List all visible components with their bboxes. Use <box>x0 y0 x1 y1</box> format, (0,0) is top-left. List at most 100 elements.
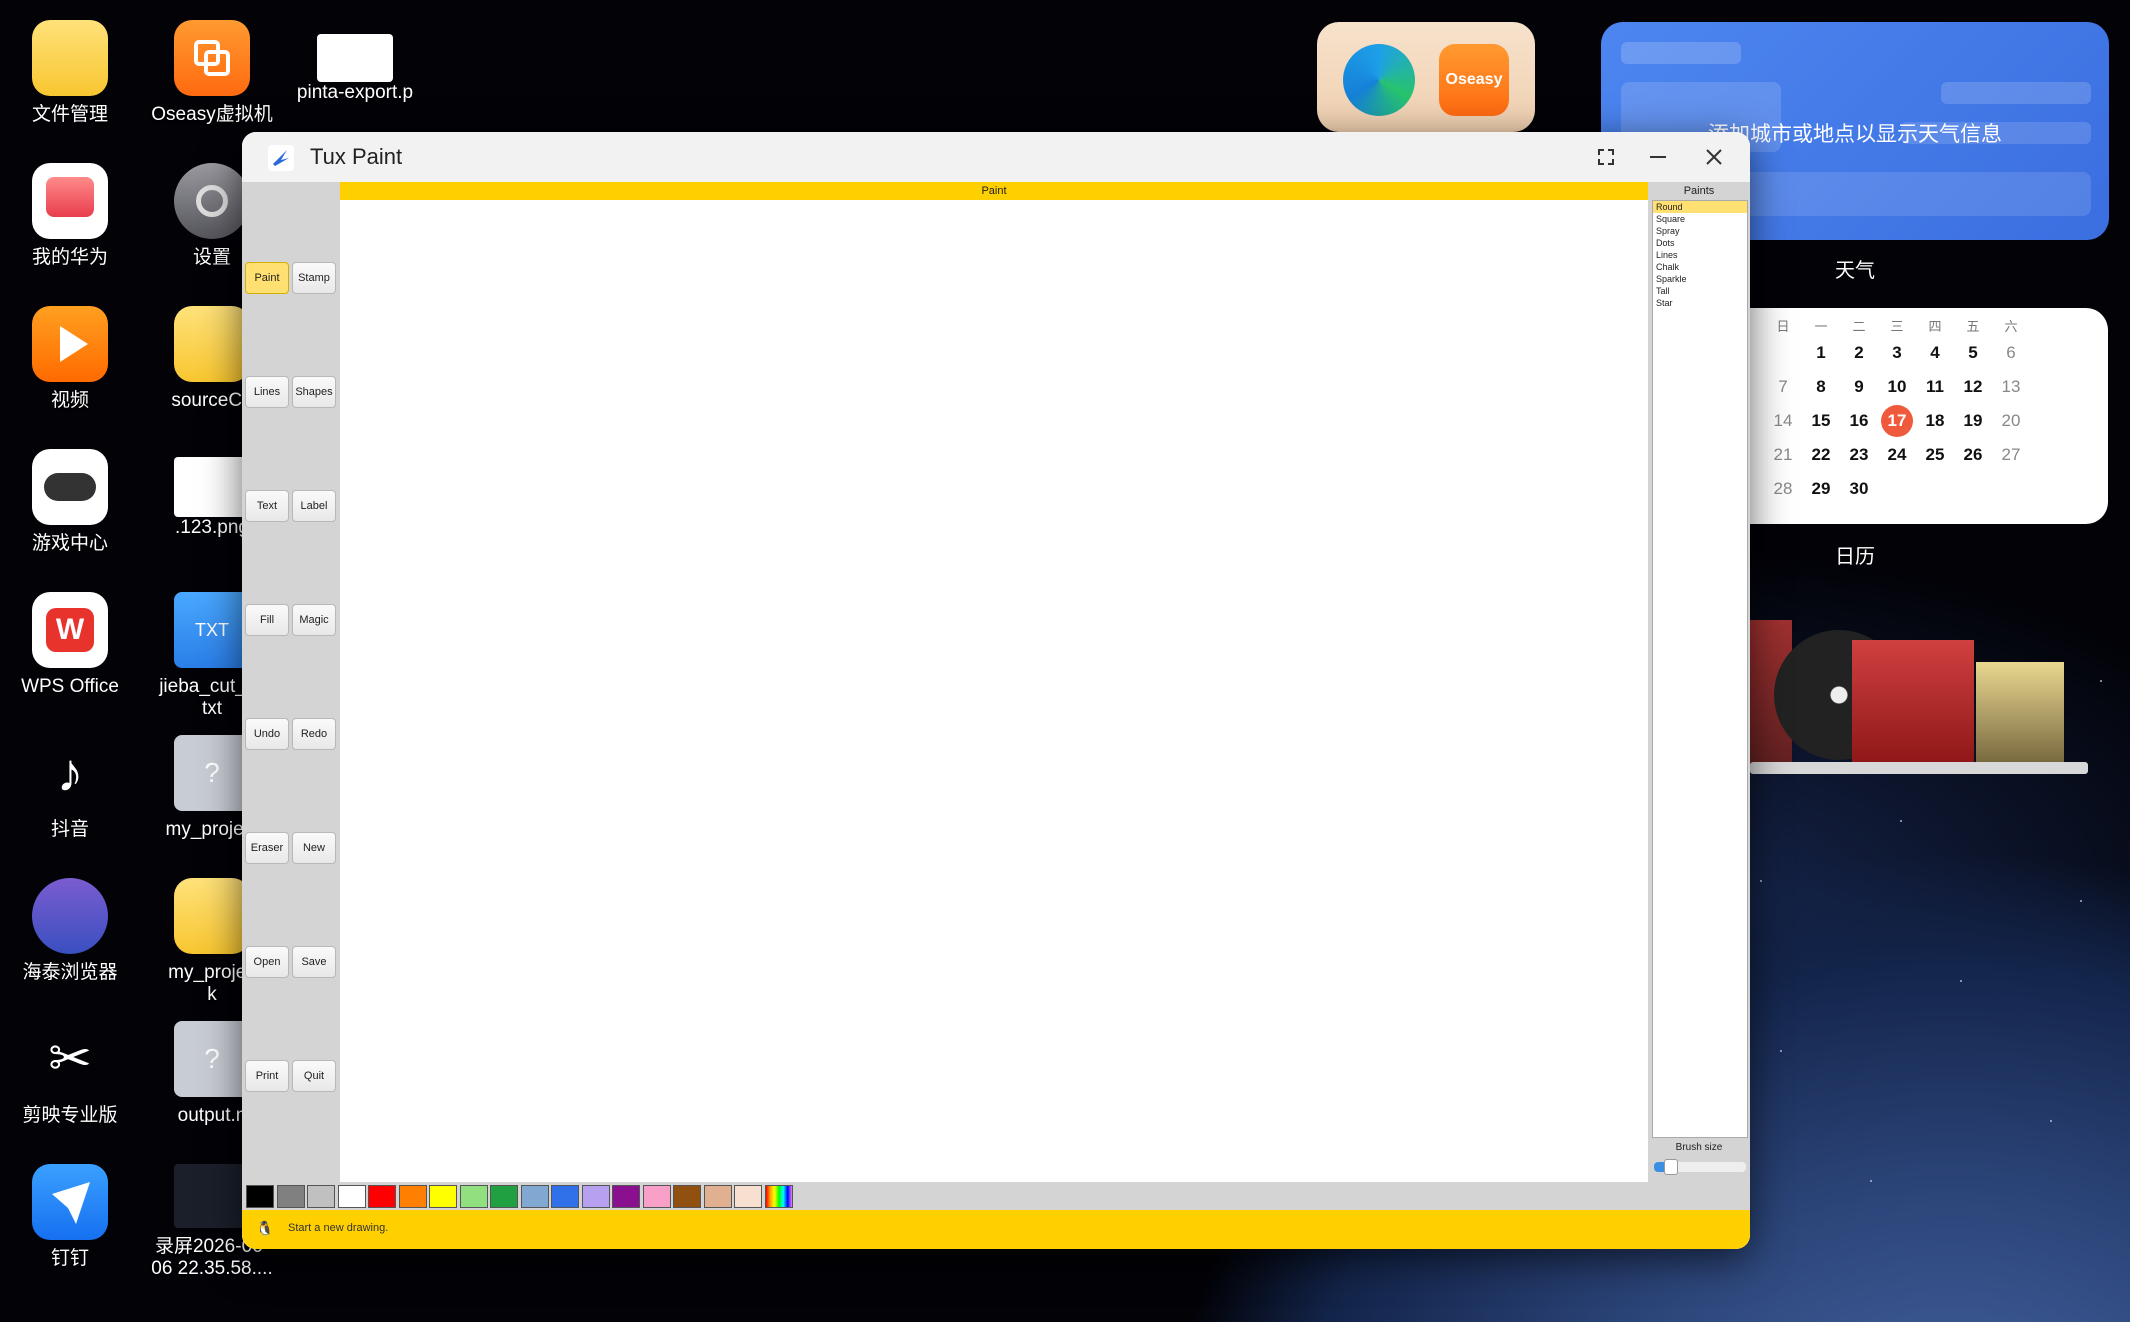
color-swatch[interactable] <box>398 1185 427 1208</box>
color-swatch[interactable] <box>368 1185 396 1208</box>
calendar-day[interactable]: 28 <box>1764 474 1802 504</box>
color-swatch[interactable] <box>276 1185 305 1208</box>
folder-icon <box>32 20 108 96</box>
desktop-icon-file-manager[interactable]: 文件管理 <box>0 20 140 126</box>
calendar-day[interactable]: 5 <box>1954 338 1992 368</box>
calendar-day[interactable]: 14 <box>1764 406 1802 436</box>
tool-button-text[interactable]: Text <box>245 490 289 522</box>
rainbow-color-swatch[interactable] <box>764 1185 793 1208</box>
desktop-icon-browser[interactable]: 海泰浏览器 <box>0 878 140 984</box>
calendar-day[interactable]: 1 <box>1802 338 1840 368</box>
close-icon <box>1706 149 1722 165</box>
desktop-icon-pinta-export[interactable]: pinta-export.p <box>285 20 425 104</box>
tool-button-open[interactable]: Open <box>245 946 289 978</box>
calendar-widget[interactable]: 日一二三四五六 1 2 3 4 5 6 7 8 9 10 11 12 13 14 15 16 17 18 19 20 21… <box>1750 308 2108 524</box>
color-swatch[interactable] <box>673 1185 701 1208</box>
paint-item-chalk[interactable]: Chalk <box>1653 261 1747 273</box>
tool-button-redo[interactable]: Redo <box>292 718 336 750</box>
music-widget[interactable] <box>1750 610 2090 780</box>
calendar-day[interactable]: 4 <box>1916 338 1954 368</box>
minimize-button[interactable] <box>1638 140 1678 174</box>
tool-button-label[interactable]: Label <box>292 490 336 522</box>
brush-size-handle[interactable] <box>1663 1159 1678 1175</box>
calendar-day[interactable]: 29 <box>1802 474 1840 504</box>
desktop-icon-game-center[interactable]: 游戏中心 <box>0 449 140 555</box>
calendar-day[interactable]: 11 <box>1916 372 1954 402</box>
calendar-day[interactable]: 30 <box>1840 474 1878 504</box>
calendar-day[interactable]: 26 <box>1954 440 1992 470</box>
calendar-day[interactable]: 24 <box>1878 440 1916 470</box>
color-swatch[interactable] <box>520 1185 549 1208</box>
desktop-icon-my-huawei[interactable]: 我的华为 <box>0 163 140 269</box>
calendar-day[interactable]: 18 <box>1916 406 1954 436</box>
color-swatch[interactable] <box>703 1185 732 1208</box>
calendar-day[interactable]: 7 <box>1764 372 1802 402</box>
tool-button-print[interactable]: Print <box>245 1060 289 1092</box>
video-play-icon <box>32 306 108 382</box>
tool-button-magic[interactable]: Magic <box>292 604 336 636</box>
brush-size-slider[interactable] <box>1654 1159 1746 1175</box>
paint-item-round[interactable]: Round <box>1653 201 1747 213</box>
color-swatch[interactable] <box>490 1185 518 1208</box>
tool-button-stamp[interactable]: Stamp <box>292 262 336 294</box>
tool-button-shapes[interactable]: Shapes <box>292 376 336 408</box>
paint-item-sparkle[interactable]: Sparkle <box>1653 273 1747 285</box>
paint-item-tall[interactable]: Tall <box>1653 285 1747 297</box>
calendar-day[interactable]: 10 <box>1878 372 1916 402</box>
desktop-icon-video[interactable]: 视频 <box>0 306 140 412</box>
tool-button-eraser[interactable]: Eraser <box>245 832 289 864</box>
calendar-day[interactable]: 23 <box>1840 440 1878 470</box>
color-swatch[interactable] <box>459 1185 488 1208</box>
calendar-day[interactable]: 19 <box>1954 406 1992 436</box>
color-swatch[interactable] <box>429 1185 457 1208</box>
calendar-day[interactable]: 12 <box>1954 372 1992 402</box>
paint-item-star[interactable]: Star <box>1653 297 1747 309</box>
desktop-icon-wps[interactable]: W WPS Office <box>0 592 140 698</box>
tool-button-quit[interactable]: Quit <box>292 1060 336 1092</box>
calendar-day[interactable]: 21 <box>1764 440 1802 470</box>
calendar-day[interactable]: 8 <box>1802 372 1840 402</box>
tool-button-paint[interactable]: Paint <box>245 262 289 294</box>
calendar-day[interactable]: 3 <box>1878 338 1916 368</box>
tux-paint-window[interactable]: Tux Paint Paint Stamp Lines Shapes Text Label… <box>242 132 1750 1249</box>
oseasy-store-icon[interactable]: Oseasy <box>1439 44 1509 116</box>
paint-item-dots[interactable]: Dots <box>1653 237 1747 249</box>
paint-item-spray[interactable]: Spray <box>1653 225 1747 237</box>
paint-item-square[interactable]: Square <box>1653 213 1747 225</box>
color-swatch[interactable] <box>581 1185 610 1208</box>
calendar-day[interactable]: 20 <box>1992 406 2030 436</box>
calendar-day[interactable]: 16 <box>1840 406 1878 436</box>
tool-button-fill[interactable]: Fill <box>245 604 289 636</box>
tool-button-lines[interactable]: Lines <box>245 376 289 408</box>
maximize-button[interactable] <box>1586 140 1626 174</box>
drawing-canvas[interactable] <box>340 200 1648 1182</box>
desktop-icon-dingtalk[interactable]: 钉钉 <box>0 1164 140 1270</box>
tool-button-undo[interactable]: Undo <box>245 718 289 750</box>
calendar-day[interactable]: 6 <box>1992 338 2030 368</box>
calendar-day[interactable]: 27 <box>1992 440 2030 470</box>
desktop-icon-douyin[interactable]: ♪ 抖音 <box>0 735 140 841</box>
calendar-day[interactable]: 15 <box>1802 406 1840 436</box>
tool-button-save[interactable]: Save <box>292 946 336 978</box>
calendar-day[interactable]: 9 <box>1840 372 1878 402</box>
calendar-day[interactable]: 25 <box>1916 440 1954 470</box>
calendar-day[interactable]: 2 <box>1840 338 1878 368</box>
color-swatch[interactable] <box>246 1185 274 1208</box>
desktop-icon-oseasy-vm[interactable]: Oseasy虚拟机 <box>142 20 282 126</box>
calendar-today[interactable]: 17 <box>1878 406 1916 436</box>
calendar-day[interactable]: 22 <box>1802 440 1840 470</box>
desktop-icon-capcut[interactable]: ✂ 剪映专业版 <box>0 1021 140 1127</box>
color-swatch[interactable] <box>734 1185 762 1208</box>
window-titlebar[interactable]: Tux Paint <box>242 132 1750 182</box>
calendar-day[interactable]: 13 <box>1992 372 2030 402</box>
color-swatch[interactable] <box>551 1185 579 1208</box>
app-dock-widget[interactable]: Oseasy <box>1317 22 1535 132</box>
tool-button-new[interactable]: New <box>292 832 336 864</box>
close-button[interactable] <box>1694 140 1734 174</box>
paint-item-lines[interactable]: Lines <box>1653 249 1747 261</box>
color-swatch[interactable] <box>642 1185 671 1208</box>
color-swatch[interactable] <box>612 1185 640 1208</box>
color-swatch[interactable] <box>307 1185 335 1208</box>
edge-browser-icon[interactable] <box>1343 44 1415 116</box>
color-swatch[interactable] <box>337 1185 366 1208</box>
